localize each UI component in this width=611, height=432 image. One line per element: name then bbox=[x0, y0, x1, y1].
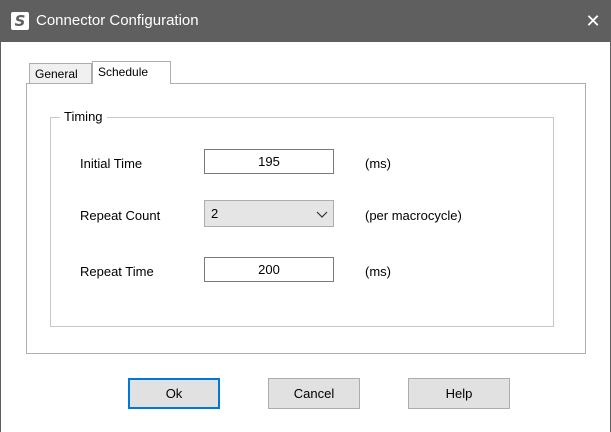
initial-time-unit: (ms) bbox=[365, 156, 391, 171]
tab-general[interactable]: General bbox=[29, 63, 92, 84]
initial-time-input[interactable]: 195 bbox=[204, 149, 334, 174]
ok-button[interactable]: Ok bbox=[128, 378, 220, 409]
repeat-count-value: 2 bbox=[211, 206, 219, 221]
close-button[interactable]: ✕ bbox=[575, 0, 611, 42]
initial-time-label: Initial Time bbox=[80, 156, 143, 171]
window-title: Connector Configuration bbox=[36, 12, 199, 29]
title-bar: S Connector Configuration ✕ bbox=[0, 0, 611, 42]
repeat-time-input[interactable]: 200 bbox=[204, 257, 334, 282]
timing-group-legend: Timing bbox=[60, 108, 107, 126]
help-button[interactable]: Help bbox=[408, 378, 510, 409]
app-s-icon: S bbox=[11, 12, 29, 30]
repeat-time-unit: (ms) bbox=[365, 264, 391, 279]
cancel-button[interactable]: Cancel bbox=[268, 378, 360, 409]
chevron-down-icon bbox=[316, 211, 328, 218]
repeat-count-label: Repeat Count bbox=[80, 208, 161, 223]
repeat-count-dropdown[interactable]: 2 bbox=[204, 200, 334, 227]
repeat-time-label: Repeat Time bbox=[80, 264, 154, 279]
repeat-count-unit: (per macrocycle) bbox=[365, 208, 462, 223]
tab-schedule[interactable]: Schedule bbox=[92, 61, 171, 84]
